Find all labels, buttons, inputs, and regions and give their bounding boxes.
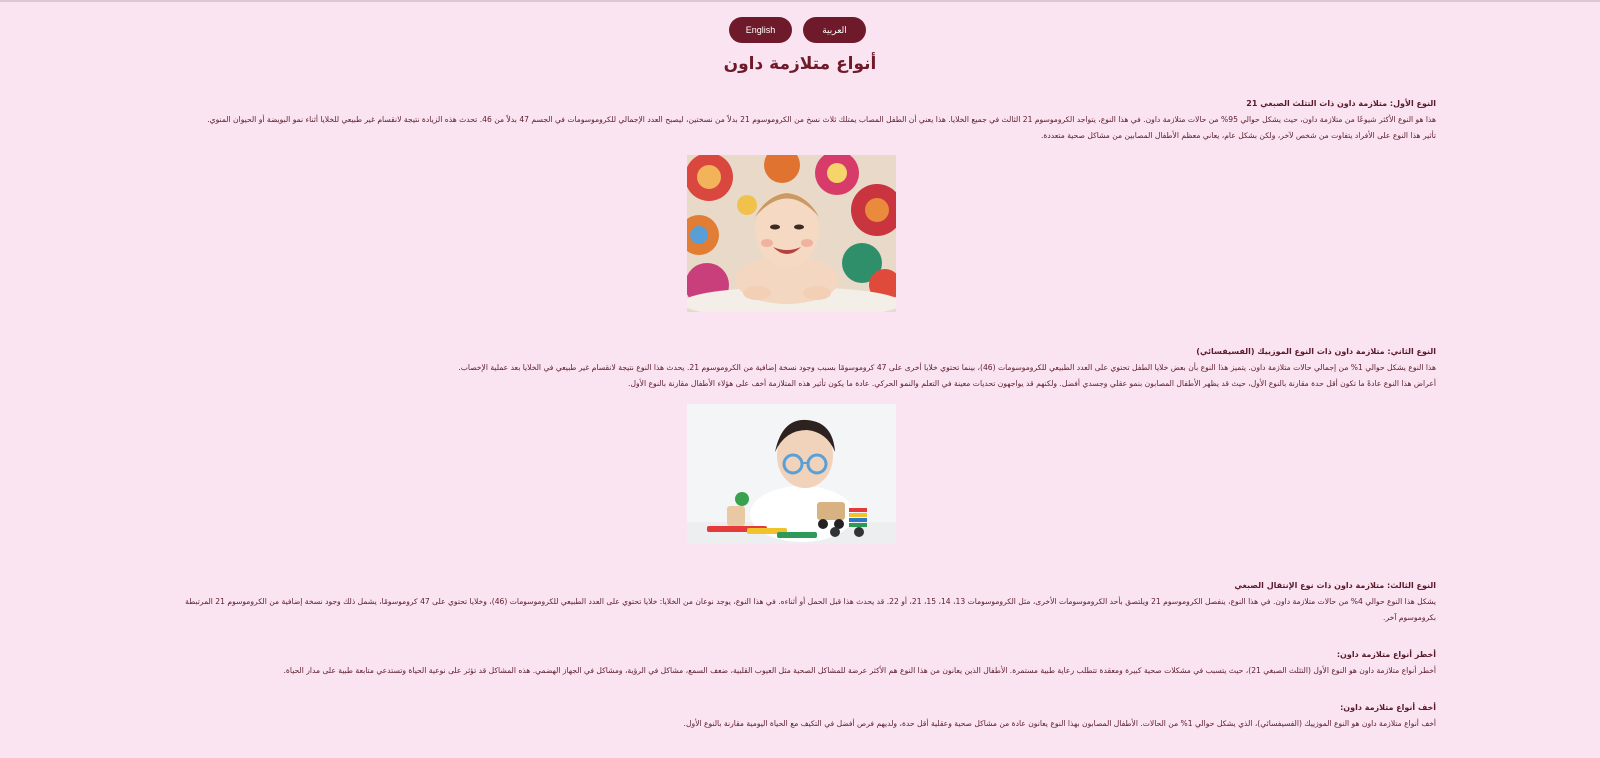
baby-photo bbox=[686, 155, 896, 312]
image-container bbox=[146, 155, 1436, 312]
section-type-3: النوع الثالث: متلازمة داون ذات نوع الإنت… bbox=[146, 578, 1436, 626]
section-heading: أخف أنواع متلازمة داون: bbox=[1340, 703, 1436, 712]
section-paragraph: يشكل هذا النوع حوالي 4% من حالات متلازمة… bbox=[185, 597, 1436, 622]
section-paragraph: أخف أنواع متلازمة داون هو النوع الموزييك… bbox=[683, 719, 1436, 728]
section-paragraph: هذا هو النوع الأكثر شيوعًا من متلازمة دا… bbox=[207, 115, 1436, 124]
section-heading: أخطر أنواع متلازمة داون: bbox=[1336, 650, 1436, 659]
section-heading: النوع الأول: متلازمة داون ذات التثلث الص… bbox=[1246, 99, 1436, 108]
section-most-severe: أخطر أنواع متلازمة داون: أخطر أنواع متلا… bbox=[146, 647, 1437, 679]
english-button[interactable]: English bbox=[729, 17, 792, 43]
main-content: النوع الأول: متلازمة داون ذات التثلث الص… bbox=[146, 96, 1436, 732]
section-type-2: النوع الثاني: متلازمة داون ذات النوع الم… bbox=[146, 344, 1436, 392]
section-paragraph: تأثير هذا النوع على الأفراد يتفاوت من شخ… bbox=[1041, 131, 1436, 140]
page-title: أنواع متلازمة داون bbox=[723, 54, 877, 74]
image-container bbox=[146, 404, 1436, 544]
section-heading: النوع الثالث: متلازمة داون ذات نوع الإنت… bbox=[1234, 581, 1436, 590]
section-paragraph: أعراض هذا النوع عادةً ما تكون أقل حدة مق… bbox=[628, 379, 1436, 388]
arabic-button[interactable]: العربية bbox=[803, 17, 866, 43]
language-switcher: English العربية bbox=[729, 17, 866, 43]
child-playing-photo bbox=[686, 404, 896, 544]
section-heading: النوع الثاني: متلازمة داون ذات النوع الم… bbox=[1196, 347, 1436, 356]
section-mildest: أخف أنواع متلازمة داون: أخف أنواع متلازم… bbox=[146, 700, 1436, 732]
section-paragraph: هذا النوع يشكل حوالي 1% من إجمالي حالات … bbox=[458, 363, 1436, 372]
section-type-1: النوع الأول: متلازمة داون ذات التثلث الص… bbox=[146, 96, 1436, 144]
top-border bbox=[0, 0, 1600, 2]
section-paragraph: أخطر أنواع متلازمة داون هو النوع الأول (… bbox=[283, 666, 1437, 675]
